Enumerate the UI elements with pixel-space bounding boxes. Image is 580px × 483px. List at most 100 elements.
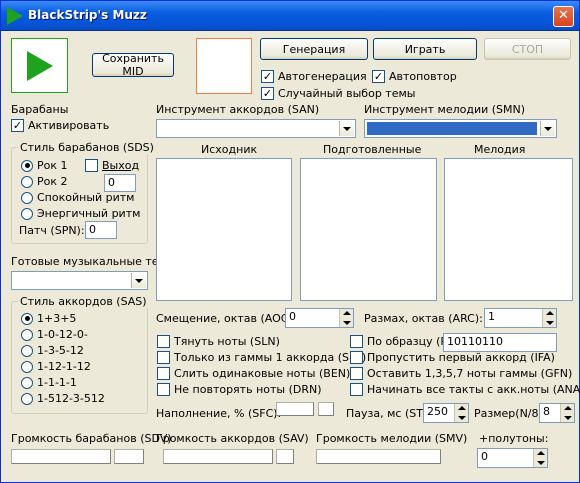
chord-style-option[interactable]: 1-512-3-512 <box>21 392 105 405</box>
only-scale-checkbox[interactable]: Только из гаммы 1 аккорда (SFA) <box>157 351 366 364</box>
fill-label: Наполнение, % (SFC): <box>156 407 282 420</box>
play-big-button[interactable] <box>11 38 68 93</box>
chord-style-option[interactable]: 1-0-12-0- <box>21 328 88 341</box>
drum-style-rock1[interactable]: Рок 1 <box>21 159 68 172</box>
random-theme-checkbox[interactable]: ✓ Случайный выбор темы <box>261 87 415 100</box>
themes-combobox[interactable] <box>11 271 148 290</box>
skip-first-checkbox[interactable]: Пропустить первый аккорд (IFA) <box>350 351 555 364</box>
chords-volume-thumb[interactable] <box>276 449 294 464</box>
chords-volume-label: Громкость аккордов (SAV) <box>156 432 309 445</box>
drum-style-calm[interactable]: Спокойный ритм <box>21 191 135 204</box>
fill-slider-thumb[interactable] <box>318 402 334 416</box>
checkmark-icon: ✓ <box>11 119 24 132</box>
spin-arrows-icon[interactable] <box>339 309 353 327</box>
drums-volume-thumb[interactable] <box>114 449 144 464</box>
chord-style-option[interactable]: 1-12-1-12 <box>21 360 91 373</box>
only-scale-label: Только из гаммы 1 аккорда (SFA) <box>174 351 367 364</box>
offset-spinbox[interactable]: 0 <box>285 308 354 328</box>
patch-input[interactable]: 0 <box>85 221 117 239</box>
range-label: Размах, октав (ARC): <box>364 312 483 325</box>
checkbox-empty-icon <box>157 367 170 380</box>
checkbox-empty-icon <box>350 335 363 348</box>
source-listbox[interactable] <box>156 158 292 301</box>
pause-label: Пауза, мс (ST): <box>346 407 431 420</box>
no-repeat-checkbox[interactable]: Не повторять ноты (DRN) <box>157 383 322 396</box>
melody-volume-slider[interactable] <box>316 449 441 464</box>
pause-spinbox[interactable]: 250 <box>423 403 469 423</box>
energetic-label: Энергичный ритм <box>37 207 141 220</box>
auto-repeat-checkbox[interactable]: ✓ Автоповтор <box>372 70 457 83</box>
pull-notes-label: Тянуть ноты (SLN) <box>174 335 280 348</box>
by-pattern-label: По образцу (P): <box>367 335 455 348</box>
title-bar[interactable]: BlackStrip's Muzz ✕ <box>1 1 579 31</box>
pull-notes-checkbox[interactable]: Тянуть ноты (SLN) <box>157 335 280 348</box>
by-pattern-checkbox[interactable]: По образцу (P): <box>350 335 455 348</box>
close-button[interactable]: ✕ <box>553 6 574 27</box>
chord-instrument-label: Инструмент аккордов (SAN) <box>156 103 320 116</box>
window-title: BlackStrip's Muzz <box>28 8 147 22</box>
chord-style-option[interactable]: 1-1-1-1 <box>21 376 77 389</box>
radio-empty-icon <box>21 392 33 405</box>
stop-button[interactable]: СТОП <box>484 38 571 60</box>
chord-option-label: 1-12-1-12 <box>37 360 91 373</box>
keep-1357-label: Оставить 1,3,5,7 ноты гаммы (GFN) <box>367 367 573 380</box>
melody-instrument-label: Инструмент мелодии (SMN) <box>364 103 526 116</box>
drums-volume-slider[interactable] <box>11 449 111 464</box>
pattern-input[interactable]: 10110110 <box>443 333 557 352</box>
source-list-label: Исходник <box>201 143 258 156</box>
chord-style-option[interactable]: 1-3-5-12 <box>21 344 84 357</box>
drum-style-rock2[interactable]: Рок 2 <box>21 175 68 188</box>
generate-button[interactable]: Генерация <box>260 38 368 60</box>
drum-exit-input[interactable]: 0 <box>104 174 136 192</box>
semitones-value: 0 <box>481 450 488 463</box>
status-indicator-box <box>196 38 252 94</box>
calm-label: Спокойный ритм <box>37 191 135 204</box>
melody-volume-label: Громкость мелодии (SMV) <box>316 432 468 445</box>
merge-same-checkbox[interactable]: Слить одинаковые ноты (BEN) <box>157 367 350 380</box>
drums-activate-checkbox[interactable]: ✓ Активировать <box>11 119 109 132</box>
range-spinbox[interactable]: 1 <box>484 308 557 328</box>
fill-slider[interactable] <box>276 402 314 416</box>
spin-arrows-icon[interactable] <box>454 404 468 422</box>
spin-arrows-icon[interactable] <box>542 309 556 327</box>
drum-style-energetic[interactable]: Энергичный ритм <box>21 207 140 220</box>
drums-volume-label: Громкость барабанов (SDV) <box>11 432 172 445</box>
radio-empty-icon <box>21 328 33 341</box>
prepared-listbox[interactable] <box>300 158 437 301</box>
start-bars-checkbox[interactable]: Начинать все такты с акк.ноты (ANA) <box>350 383 580 396</box>
drum-style-title: Стиль барабанов (SDS) <box>18 141 156 154</box>
chord-style-option[interactable]: 1+3+5 <box>21 312 76 325</box>
melody-instrument-combobox[interactable] <box>364 119 557 138</box>
semitones-label: +полутоны: <box>479 432 549 445</box>
checkbox-empty-icon <box>85 159 98 172</box>
main-window: BlackStrip's Muzz ✕ Сохранить MID Генера… <box>0 0 580 483</box>
app-play-icon <box>7 7 23 25</box>
chevron-down-icon[interactable] <box>131 273 146 288</box>
auto-generate-checkbox[interactable]: ✓ Автогенерация <box>261 70 367 83</box>
range-value: 1 <box>488 310 495 323</box>
save-mid-button[interactable]: Сохранить MID <box>92 52 174 78</box>
melody-listbox[interactable] <box>444 158 573 301</box>
keep-1357-checkbox[interactable]: Оставить 1,3,5,7 ноты гаммы (GFN) <box>350 367 572 380</box>
chords-volume-slider[interactable] <box>163 449 273 464</box>
radio-empty-icon <box>21 207 33 220</box>
auto-generate-label: Автогенерация <box>278 70 367 83</box>
semitones-spinbox[interactable]: 0 <box>477 448 548 468</box>
random-theme-label: Случайный выбор темы <box>278 87 416 100</box>
chevron-down-icon[interactable] <box>540 121 555 136</box>
merge-same-label: Слить одинаковые ноты (BEN) <box>174 367 351 380</box>
no-repeat-label: Не повторять ноты (DRN) <box>174 383 322 396</box>
spin-arrows-icon[interactable] <box>533 449 547 467</box>
checkmark-icon: ✓ <box>261 70 274 83</box>
chord-option-label: 1-0-12-0- <box>37 328 88 341</box>
drum-exit-checkbox[interactable]: Выход <box>85 159 139 172</box>
play-button[interactable]: Играть <box>373 38 477 60</box>
spin-arrows-icon[interactable] <box>560 404 574 422</box>
chord-instrument-combobox[interactable] <box>156 119 356 138</box>
checkbox-empty-icon <box>157 351 170 364</box>
size-spinbox[interactable]: 8 <box>539 403 575 423</box>
chord-option-label: 1-3-5-12 <box>37 344 84 357</box>
chevron-down-icon[interactable] <box>339 121 354 136</box>
rock2-label: Рок 2 <box>37 175 68 188</box>
radio-empty-icon <box>21 360 33 373</box>
